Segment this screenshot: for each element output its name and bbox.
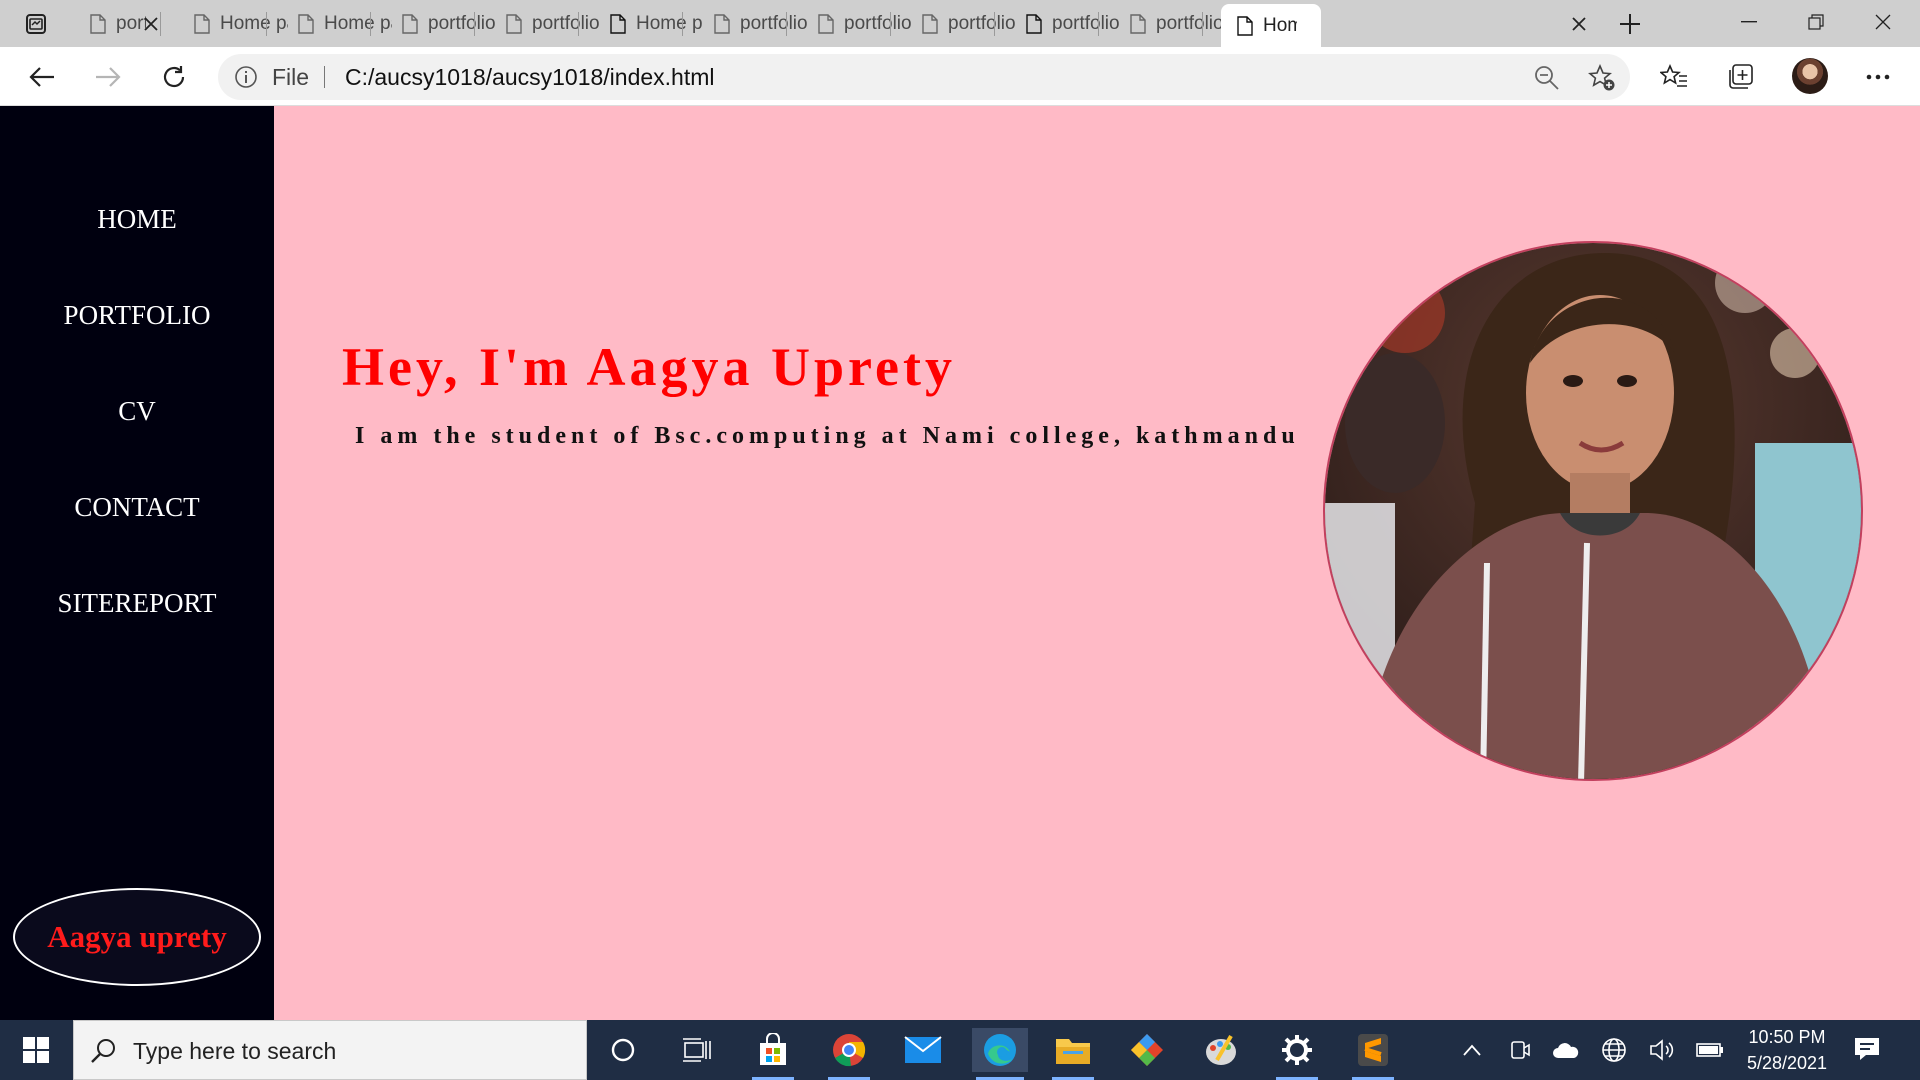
page-icon	[714, 14, 730, 34]
browser-tab[interactable]: Home page	[178, 6, 288, 42]
cortana-icon[interactable]	[598, 1028, 648, 1072]
profile-avatar[interactable]	[1792, 58, 1828, 94]
page-icon	[1130, 14, 1146, 34]
page-icon	[402, 14, 418, 34]
favorites-icon[interactable]	[1656, 59, 1692, 95]
meet-now-icon[interactable]	[1506, 1036, 1534, 1064]
page-icon	[298, 14, 314, 34]
tab-label: portfolio	[1052, 13, 1120, 34]
tab-label: Home page	[220, 13, 288, 34]
tab-separator	[578, 12, 579, 36]
tab-separator	[890, 12, 891, 36]
onedrive-icon[interactable]	[1552, 1036, 1580, 1064]
nav-link-contact[interactable]: CONTACT	[0, 492, 274, 523]
page-viewport: HOME PORTFOLIO CV CONTACT SITEREPORT Aag…	[0, 106, 1920, 1020]
hero-title: Hey, I'm Aagya Uprety	[342, 337, 956, 397]
mail-icon[interactable]	[898, 1028, 948, 1072]
site-logo[interactable]: Aagya uprety	[13, 888, 261, 986]
tab-actions-icon[interactable]	[18, 10, 54, 38]
page-icon	[506, 14, 522, 34]
tab-separator	[266, 12, 267, 36]
restore-button[interactable]	[1783, 0, 1849, 44]
back-button[interactable]	[24, 59, 60, 95]
tab-label: Home page	[324, 13, 392, 34]
zoom-out-icon[interactable]	[1534, 65, 1560, 91]
nav-link-home[interactable]: HOME	[0, 204, 274, 235]
page-icon	[818, 14, 834, 34]
search-icon	[91, 1039, 115, 1063]
address-divider	[324, 66, 325, 88]
store-icon[interactable]	[748, 1028, 798, 1080]
tab-label: portfolio	[532, 13, 600, 34]
scheme-label: File	[272, 64, 310, 90]
tab-separator	[1202, 12, 1203, 36]
nav-link-portfolio[interactable]: PORTFOLIO	[0, 300, 274, 331]
new-tab-button[interactable]	[1614, 8, 1646, 40]
git-app-icon[interactable]	[1122, 1028, 1172, 1072]
minimize-button[interactable]	[1716, 0, 1782, 44]
task-view-icon[interactable]	[672, 1028, 722, 1072]
browser-tab[interactable]: Home page	[594, 6, 702, 42]
tab-strip: portfolio Home page Home page portfolio port…	[0, 0, 1920, 47]
tab-separator	[474, 12, 475, 36]
search-placeholder: Type here to search	[133, 1038, 337, 1064]
tab-label: portfolio	[844, 13, 912, 34]
system-clock[interactable]: 10:50 PM 5/28/2021	[1730, 1024, 1844, 1076]
tab-separator	[786, 12, 787, 36]
tab-separator	[682, 12, 683, 36]
page-icon	[1026, 14, 1042, 34]
page-icon	[1237, 15, 1253, 36]
collections-icon[interactable]	[1722, 59, 1758, 95]
start-button[interactable]	[14, 1032, 58, 1068]
tab-separator	[370, 12, 371, 36]
tab-label: Home page	[636, 13, 702, 34]
logo-text: Aagya uprety	[47, 919, 227, 954]
browser-toolbar: File C:/aucsy1018/aucsy1018/index.html	[0, 47, 1920, 106]
chrome-icon[interactable]	[824, 1028, 874, 1080]
close-tab-icon[interactable]	[139, 12, 163, 36]
info-icon[interactable]	[234, 65, 258, 89]
close-window-button[interactable]	[1850, 0, 1916, 44]
edge-icon[interactable]	[972, 1028, 1028, 1080]
clock-time: 10:50 PM	[1748, 1027, 1826, 1047]
url-text[interactable]: C:/aucsy1018/aucsy1018/index.html	[345, 64, 715, 91]
close-tab-icon[interactable]	[1567, 12, 1591, 36]
refresh-button[interactable]	[156, 59, 192, 95]
browser-tab[interactable]: portfolio	[74, 6, 186, 42]
windows-taskbar: Type here to search 10:50 PM 5/28/2021	[0, 1020, 1920, 1080]
address-bar[interactable]: File C:/aucsy1018/aucsy1018/index.html	[218, 54, 1630, 100]
tab-label: portfolio	[948, 13, 1016, 34]
page-icon	[922, 14, 938, 34]
tab-label: portfolio	[740, 13, 808, 34]
forward-button[interactable]	[90, 59, 126, 95]
page-icon	[610, 14, 626, 34]
nav-link-sitereport[interactable]: SITEREPORT	[0, 588, 274, 619]
page-icon	[90, 14, 106, 34]
settings-icon[interactable]	[1272, 1028, 1322, 1080]
notifications-icon[interactable]	[1852, 1034, 1886, 1066]
volume-icon[interactable]	[1648, 1036, 1676, 1064]
network-globe-icon[interactable]	[1600, 1036, 1628, 1064]
browser-tab[interactable]: Home page	[1221, 4, 1321, 47]
sublime-text-icon[interactable]	[1348, 1028, 1398, 1080]
page-icon	[194, 14, 210, 34]
tab-separator	[994, 12, 995, 36]
more-options-icon[interactable]	[1860, 59, 1896, 95]
profile-photo	[1323, 241, 1863, 781]
battery-icon[interactable]	[1696, 1036, 1724, 1064]
hero-subtitle: I am the student of Bsc.computing at Nam…	[355, 423, 1300, 449]
tab-separator	[1098, 12, 1099, 36]
sidebar: HOME PORTFOLIO CV CONTACT SITEREPORT Aag…	[0, 106, 274, 1020]
file-explorer-icon[interactable]	[1048, 1028, 1098, 1080]
browser-tab[interactable]: Home page	[282, 6, 392, 42]
nav-link-cv[interactable]: CV	[0, 396, 274, 427]
paint-icon[interactable]	[1196, 1028, 1246, 1072]
taskbar-search[interactable]: Type here to search	[73, 1020, 587, 1080]
clock-date: 5/28/2021	[1746, 1053, 1828, 1073]
show-hidden-icons-icon[interactable]	[1458, 1036, 1486, 1064]
tab-label: Home page	[1263, 14, 1297, 36]
tab-label: portfolio	[428, 13, 496, 34]
tab-label: portfolio	[1156, 13, 1224, 34]
add-favorite-icon[interactable]	[1588, 64, 1616, 92]
